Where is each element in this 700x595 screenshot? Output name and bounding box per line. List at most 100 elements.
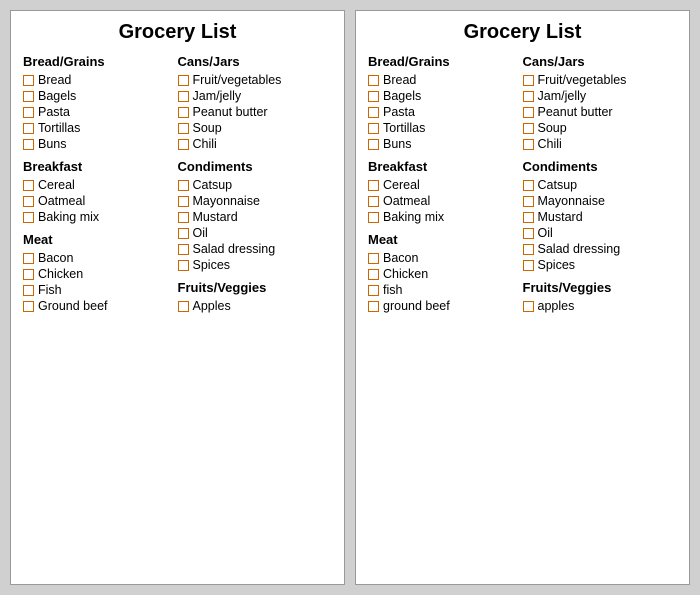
list-item[interactable]: fish	[368, 283, 518, 297]
checkbox-icon[interactable]	[523, 75, 534, 86]
list-item[interactable]: Buns	[368, 137, 518, 151]
checkbox-icon[interactable]	[368, 107, 379, 118]
list-item[interactable]: Peanut butter	[523, 105, 673, 119]
list-item[interactable]: Ground beef	[23, 299, 173, 313]
list-item[interactable]: Cereal	[368, 178, 518, 192]
list-item[interactable]: Buns	[23, 137, 173, 151]
list-item[interactable]: Mustard	[178, 210, 328, 224]
checkbox-icon[interactable]	[178, 260, 189, 271]
list-item[interactable]: Baking mix	[23, 210, 173, 224]
checkbox-icon[interactable]	[178, 180, 189, 191]
checkbox-icon[interactable]	[23, 107, 34, 118]
checkbox-icon[interactable]	[23, 75, 34, 86]
checkbox-icon[interactable]	[23, 196, 34, 207]
list-item[interactable]: Baking mix	[368, 210, 518, 224]
item-label: Soup	[538, 121, 567, 135]
list-item[interactable]: Bread	[368, 73, 518, 87]
list-item[interactable]: Soup	[523, 121, 673, 135]
checkbox-icon[interactable]	[178, 301, 189, 312]
checkbox-icon[interactable]	[523, 301, 534, 312]
list-item[interactable]: Catsup	[523, 178, 673, 192]
checkbox-icon[interactable]	[368, 180, 379, 191]
list-item[interactable]: Salad dressing	[178, 242, 328, 256]
list-item[interactable]: Bacon	[368, 251, 518, 265]
list-item[interactable]: Oatmeal	[368, 194, 518, 208]
list-item[interactable]: Mayonnaise	[523, 194, 673, 208]
checkbox-icon[interactable]	[523, 196, 534, 207]
checkbox-icon[interactable]	[178, 107, 189, 118]
checkbox-icon[interactable]	[23, 285, 34, 296]
checkbox-icon[interactable]	[368, 285, 379, 296]
list-item[interactable]: Mayonnaise	[178, 194, 328, 208]
list-item[interactable]: Fruit/vegetables	[523, 73, 673, 87]
list-item[interactable]: Bagels	[368, 89, 518, 103]
list-item[interactable]: ground beef	[368, 299, 518, 313]
list-item[interactable]: Jam/jelly	[523, 89, 673, 103]
checkbox-icon[interactable]	[368, 91, 379, 102]
list-item[interactable]: Chicken	[23, 267, 173, 281]
checkbox-icon[interactable]	[368, 301, 379, 312]
checkbox-icon[interactable]	[368, 75, 379, 86]
checkbox-icon[interactable]	[178, 244, 189, 255]
list-item[interactable]: Soup	[178, 121, 328, 135]
list-item[interactable]: Spices	[178, 258, 328, 272]
checkbox-icon[interactable]	[368, 196, 379, 207]
checkbox-icon[interactable]	[523, 260, 534, 271]
list-item[interactable]: Fish	[23, 283, 173, 297]
list-item[interactable]: Salad dressing	[523, 242, 673, 256]
checkbox-icon[interactable]	[178, 212, 189, 223]
list-item[interactable]: apples	[523, 299, 673, 313]
checkbox-icon[interactable]	[368, 253, 379, 264]
list-item[interactable]: Catsup	[178, 178, 328, 192]
card-title: Grocery List	[368, 21, 677, 44]
list-item[interactable]: Pasta	[23, 105, 173, 119]
checkbox-icon[interactable]	[178, 139, 189, 150]
list-item[interactable]: Chili	[523, 137, 673, 151]
checkbox-icon[interactable]	[523, 91, 534, 102]
list-item[interactable]: Bread	[23, 73, 173, 87]
checkbox-icon[interactable]	[368, 269, 379, 280]
checkbox-icon[interactable]	[523, 228, 534, 239]
checkbox-icon[interactable]	[23, 139, 34, 150]
list-item[interactable]: Peanut butter	[178, 105, 328, 119]
checkbox-icon[interactable]	[178, 228, 189, 239]
checkbox-icon[interactable]	[178, 91, 189, 102]
list-item[interactable]: Tortillas	[23, 121, 173, 135]
checkbox-icon[interactable]	[523, 123, 534, 134]
list-item[interactable]: Mustard	[523, 210, 673, 224]
checkbox-icon[interactable]	[523, 212, 534, 223]
checkbox-icon[interactable]	[23, 123, 34, 134]
list-item[interactable]: Chicken	[368, 267, 518, 281]
list-item[interactable]: Fruit/vegetables	[178, 73, 328, 87]
list-item[interactable]: Oil	[523, 226, 673, 240]
list-item[interactable]: Jam/jelly	[178, 89, 328, 103]
checkbox-icon[interactable]	[178, 75, 189, 86]
checkbox-icon[interactable]	[23, 91, 34, 102]
checkbox-icon[interactable]	[23, 212, 34, 223]
checkbox-icon[interactable]	[368, 139, 379, 150]
list-item[interactable]: Oil	[178, 226, 328, 240]
checkbox-icon[interactable]	[178, 196, 189, 207]
list-item[interactable]: Pasta	[368, 105, 518, 119]
list-item[interactable]: Apples	[178, 299, 328, 313]
checkbox-icon[interactable]	[523, 107, 534, 118]
checkbox-icon[interactable]	[523, 139, 534, 150]
item-label: Jam/jelly	[538, 89, 587, 103]
list-item[interactable]: Chili	[178, 137, 328, 151]
list-item[interactable]: Bacon	[23, 251, 173, 265]
list-item[interactable]: Tortillas	[368, 121, 518, 135]
list-item[interactable]: Oatmeal	[23, 194, 173, 208]
checkbox-icon[interactable]	[523, 180, 534, 191]
checkbox-icon[interactable]	[368, 123, 379, 134]
checkbox-icon[interactable]	[523, 244, 534, 255]
section-title: Breakfast	[23, 159, 173, 174]
list-item[interactable]: Bagels	[23, 89, 173, 103]
checkbox-icon[interactable]	[178, 123, 189, 134]
checkbox-icon[interactable]	[368, 212, 379, 223]
checkbox-icon[interactable]	[23, 269, 34, 280]
checkbox-icon[interactable]	[23, 301, 34, 312]
list-item[interactable]: Cereal	[23, 178, 173, 192]
list-item[interactable]: Spices	[523, 258, 673, 272]
checkbox-icon[interactable]	[23, 253, 34, 264]
checkbox-icon[interactable]	[23, 180, 34, 191]
